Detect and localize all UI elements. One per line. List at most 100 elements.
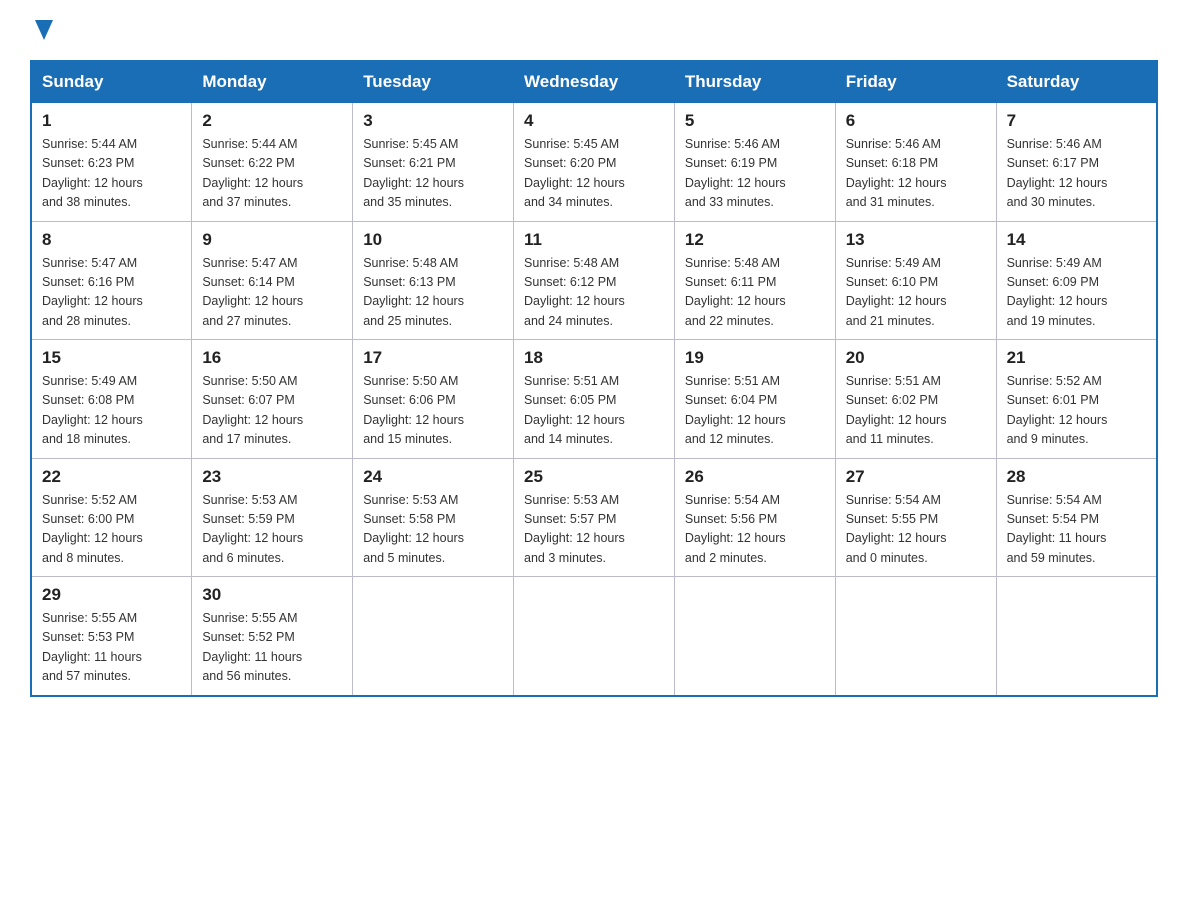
calendar-cell: 23 Sunrise: 5:53 AMSunset: 5:59 PMDayligh… [192, 458, 353, 577]
calendar-cell: 15 Sunrise: 5:49 AMSunset: 6:08 PMDayligh… [31, 340, 192, 459]
day-number: 15 [42, 348, 181, 368]
weekday-header-row: SundayMondayTuesdayWednesdayThursdayFrid… [31, 61, 1157, 103]
calendar-cell: 4 Sunrise: 5:45 AMSunset: 6:20 PMDaylight… [514, 103, 675, 222]
day-number: 27 [846, 467, 986, 487]
day-number: 22 [42, 467, 181, 487]
day-number: 8 [42, 230, 181, 250]
day-number: 28 [1007, 467, 1146, 487]
day-info: Sunrise: 5:51 AMSunset: 6:02 PMDaylight:… [846, 372, 986, 450]
day-number: 24 [363, 467, 503, 487]
calendar-cell: 27 Sunrise: 5:54 AMSunset: 5:55 PMDayligh… [835, 458, 996, 577]
calendar-cell: 9 Sunrise: 5:47 AMSunset: 6:14 PMDaylight… [192, 221, 353, 340]
day-number: 29 [42, 585, 181, 605]
calendar-week-row: 8 Sunrise: 5:47 AMSunset: 6:16 PMDaylight… [31, 221, 1157, 340]
calendar-cell: 8 Sunrise: 5:47 AMSunset: 6:16 PMDaylight… [31, 221, 192, 340]
day-number: 20 [846, 348, 986, 368]
day-number: 1 [42, 111, 181, 131]
weekday-header-tuesday: Tuesday [353, 61, 514, 103]
day-info: Sunrise: 5:52 AMSunset: 6:01 PMDaylight:… [1007, 372, 1146, 450]
day-info: Sunrise: 5:53 AMSunset: 5:59 PMDaylight:… [202, 491, 342, 569]
day-info: Sunrise: 5:46 AMSunset: 6:18 PMDaylight:… [846, 135, 986, 213]
day-number: 26 [685, 467, 825, 487]
day-info: Sunrise: 5:48 AMSunset: 6:11 PMDaylight:… [685, 254, 825, 332]
calendar-cell [996, 577, 1157, 696]
page-header [30, 20, 1158, 40]
calendar-cell: 26 Sunrise: 5:54 AMSunset: 5:56 PMDayligh… [674, 458, 835, 577]
weekday-header-monday: Monday [192, 61, 353, 103]
calendar-cell: 7 Sunrise: 5:46 AMSunset: 6:17 PMDaylight… [996, 103, 1157, 222]
logo [30, 20, 53, 40]
calendar-cell: 11 Sunrise: 5:48 AMSunset: 6:12 PMDayligh… [514, 221, 675, 340]
day-info: Sunrise: 5:54 AMSunset: 5:54 PMDaylight:… [1007, 491, 1146, 569]
day-number: 4 [524, 111, 664, 131]
calendar-cell: 3Sunrise: 5:45 AMSunset: 6:21 PMDaylight… [353, 103, 514, 222]
day-number: 14 [1007, 230, 1146, 250]
calendar-cell: 1 Sunrise: 5:44 AMSunset: 6:23 PMDaylight… [31, 103, 192, 222]
day-number: 11 [524, 230, 664, 250]
day-number: 30 [202, 585, 342, 605]
calendar-cell: 30 Sunrise: 5:55 AMSunset: 5:52 PMDayligh… [192, 577, 353, 696]
calendar-cell: 6 Sunrise: 5:46 AMSunset: 6:18 PMDaylight… [835, 103, 996, 222]
day-number: 6 [846, 111, 986, 131]
calendar-week-row: 1 Sunrise: 5:44 AMSunset: 6:23 PMDaylight… [31, 103, 1157, 222]
calendar-cell: 2 Sunrise: 5:44 AMSunset: 6:22 PMDaylight… [192, 103, 353, 222]
logo-triangle-icon [35, 20, 53, 40]
calendar-cell: 13 Sunrise: 5:49 AMSunset: 6:10 PMDayligh… [835, 221, 996, 340]
calendar-cell: 12 Sunrise: 5:48 AMSunset: 6:11 PMDayligh… [674, 221, 835, 340]
day-info: Sunrise: 5:50 AMSunset: 6:06 PMDaylight:… [363, 372, 503, 450]
day-info: Sunrise: 5:55 AMSunset: 5:52 PMDaylight:… [202, 609, 342, 687]
calendar-cell: 5 Sunrise: 5:46 AMSunset: 6:19 PMDaylight… [674, 103, 835, 222]
day-number: 10 [363, 230, 503, 250]
weekday-header-saturday: Saturday [996, 61, 1157, 103]
day-info: Sunrise: 5:49 AMSunset: 6:10 PMDaylight:… [846, 254, 986, 332]
calendar-table: SundayMondayTuesdayWednesdayThursdayFrid… [30, 60, 1158, 697]
day-info: Sunrise: 5:50 AMSunset: 6:07 PMDaylight:… [202, 372, 342, 450]
day-info: Sunrise: 5:46 AMSunset: 6:19 PMDaylight:… [685, 135, 825, 213]
calendar-cell [353, 577, 514, 696]
day-info: Sunrise: 5:48 AMSunset: 6:12 PMDaylight:… [524, 254, 664, 332]
calendar-week-row: 15 Sunrise: 5:49 AMSunset: 6:08 PMDayligh… [31, 340, 1157, 459]
day-number: 16 [202, 348, 342, 368]
weekday-header-sunday: Sunday [31, 61, 192, 103]
day-number: 13 [846, 230, 986, 250]
day-number: 9 [202, 230, 342, 250]
calendar-week-row: 22Sunrise: 5:52 AMSunset: 6:00 PMDayligh… [31, 458, 1157, 577]
day-info: Sunrise: 5:47 AMSunset: 6:14 PMDaylight:… [202, 254, 342, 332]
day-number: 23 [202, 467, 342, 487]
calendar-cell: 16 Sunrise: 5:50 AMSunset: 6:07 PMDayligh… [192, 340, 353, 459]
day-info: Sunrise: 5:48 AMSunset: 6:13 PMDaylight:… [363, 254, 503, 332]
calendar-cell: 29Sunrise: 5:55 AMSunset: 5:53 PMDayligh… [31, 577, 192, 696]
day-number: 19 [685, 348, 825, 368]
calendar-cell [514, 577, 675, 696]
day-info: Sunrise: 5:46 AMSunset: 6:17 PMDaylight:… [1007, 135, 1146, 213]
weekday-header-thursday: Thursday [674, 61, 835, 103]
day-number: 12 [685, 230, 825, 250]
calendar-cell: 24 Sunrise: 5:53 AMSunset: 5:58 PMDayligh… [353, 458, 514, 577]
day-info: Sunrise: 5:51 AMSunset: 6:05 PMDaylight:… [524, 372, 664, 450]
calendar-cell: 25 Sunrise: 5:53 AMSunset: 5:57 PMDayligh… [514, 458, 675, 577]
weekday-header-wednesday: Wednesday [514, 61, 675, 103]
calendar-cell [674, 577, 835, 696]
day-info: Sunrise: 5:54 AMSunset: 5:55 PMDaylight:… [846, 491, 986, 569]
calendar-cell: 19 Sunrise: 5:51 AMSunset: 6:04 PMDayligh… [674, 340, 835, 459]
day-info: Sunrise: 5:47 AMSunset: 6:16 PMDaylight:… [42, 254, 181, 332]
day-number: 7 [1007, 111, 1146, 131]
day-info: Sunrise: 5:53 AMSunset: 5:58 PMDaylight:… [363, 491, 503, 569]
day-info: Sunrise: 5:51 AMSunset: 6:04 PMDaylight:… [685, 372, 825, 450]
day-info: Sunrise: 5:44 AMSunset: 6:23 PMDaylight:… [42, 135, 181, 213]
day-info: Sunrise: 5:45 AMSunset: 6:20 PMDaylight:… [524, 135, 664, 213]
calendar-cell: 21 Sunrise: 5:52 AMSunset: 6:01 PMDayligh… [996, 340, 1157, 459]
day-number: 25 [524, 467, 664, 487]
day-info: Sunrise: 5:44 AMSunset: 6:22 PMDaylight:… [202, 135, 342, 213]
day-info: Sunrise: 5:49 AMSunset: 6:08 PMDaylight:… [42, 372, 181, 450]
calendar-cell [835, 577, 996, 696]
day-number: 2 [202, 111, 342, 131]
day-info: Sunrise: 5:53 AMSunset: 5:57 PMDaylight:… [524, 491, 664, 569]
day-number: 21 [1007, 348, 1146, 368]
calendar-cell: 28 Sunrise: 5:54 AMSunset: 5:54 PMDayligh… [996, 458, 1157, 577]
day-info: Sunrise: 5:54 AMSunset: 5:56 PMDaylight:… [685, 491, 825, 569]
day-number: 5 [685, 111, 825, 131]
weekday-header-friday: Friday [835, 61, 996, 103]
day-info: Sunrise: 5:49 AMSunset: 6:09 PMDaylight:… [1007, 254, 1146, 332]
calendar-cell: 20 Sunrise: 5:51 AMSunset: 6:02 PMDayligh… [835, 340, 996, 459]
